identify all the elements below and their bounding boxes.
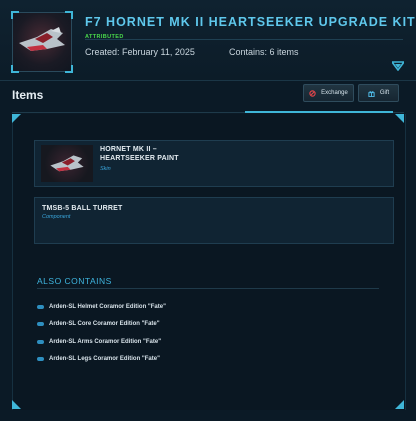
panel-corner (12, 400, 21, 409)
panel-corner (12, 114, 21, 123)
item-type: Component (42, 214, 71, 220)
item-name-line1: HORNET MK II – (100, 146, 157, 153)
pill-bullet-icon (37, 305, 44, 309)
item-card-turret[interactable]: TMSB-5 BALL TURRET Component (34, 197, 394, 244)
pill-bullet-icon (37, 357, 44, 361)
item-type: Skin (100, 166, 111, 172)
list-item: Arden-SL Helmet Coramor Edition "Fate" (37, 304, 166, 310)
pill-bullet-icon (37, 322, 44, 326)
header-divider (85, 39, 403, 40)
ship-image (19, 27, 65, 51)
thumbnail-corner (65, 65, 73, 73)
items-heading: Items (12, 88, 44, 102)
gift-icon (368, 90, 375, 97)
gift-button-label: Gift (379, 90, 390, 96)
list-item: Arden-SL Legs Coramor Edition "Fate" (37, 356, 160, 362)
panel-corner (395, 114, 404, 123)
exchange-icon (309, 89, 316, 97)
list-item-label: Arden-SL Legs Coramor Edition "Fate" (49, 356, 160, 362)
ship-thumbnail (11, 11, 73, 73)
created-date: Created: February 11, 2025 (85, 47, 195, 57)
panel-corner (395, 400, 404, 409)
also-contains-divider (37, 288, 379, 289)
exchange-button[interactable]: Exchange (303, 84, 354, 102)
item-count: Contains: 6 items (229, 47, 299, 57)
page-title: F7 HORNET MK II HEARTSEEKER UPGRADE KIT (85, 15, 416, 29)
paint-image (50, 155, 84, 172)
gift-button[interactable]: Gift (358, 84, 399, 102)
pledge-header: F7 HORNET MK II HEARTSEEKER UPGRADE KIT … (0, 0, 416, 81)
list-item-label: Arden-SL Helmet Coramor Edition "Fate" (49, 304, 166, 310)
thumbnail-corner (11, 11, 19, 19)
item-name: TMSB-5 BALL TURRET (42, 205, 123, 212)
items-bar-accent (245, 111, 393, 113)
list-item-label: Arden-SL Arms Coramor Edition "Fate" (49, 339, 162, 345)
list-item: Arden-SL Arms Coramor Edition "Fate" (37, 339, 161, 345)
thumbnail-corner (11, 65, 19, 73)
item-name: HORNET MK II – HEARTSEEKER PAINT (100, 145, 200, 163)
thumbnail-corner (65, 11, 73, 19)
item-thumbnail (41, 145, 93, 182)
list-item-label: Arden-SL Core Coramor Edition "Fate" (49, 321, 160, 327)
item-name-line2: HEARTSEEKER PAINT (100, 155, 179, 162)
chevron-down-icon[interactable] (392, 61, 404, 71)
list-item: Arden-SL Core Coramor Edition "Fate" (37, 321, 160, 327)
pill-bullet-icon (37, 340, 44, 344)
item-card-paint[interactable]: HORNET MK II – HEARTSEEKER PAINT Skin (34, 140, 394, 187)
exchange-button-label: Exchange (321, 90, 348, 96)
also-contains-heading: ALSO CONTAINS (37, 276, 112, 286)
